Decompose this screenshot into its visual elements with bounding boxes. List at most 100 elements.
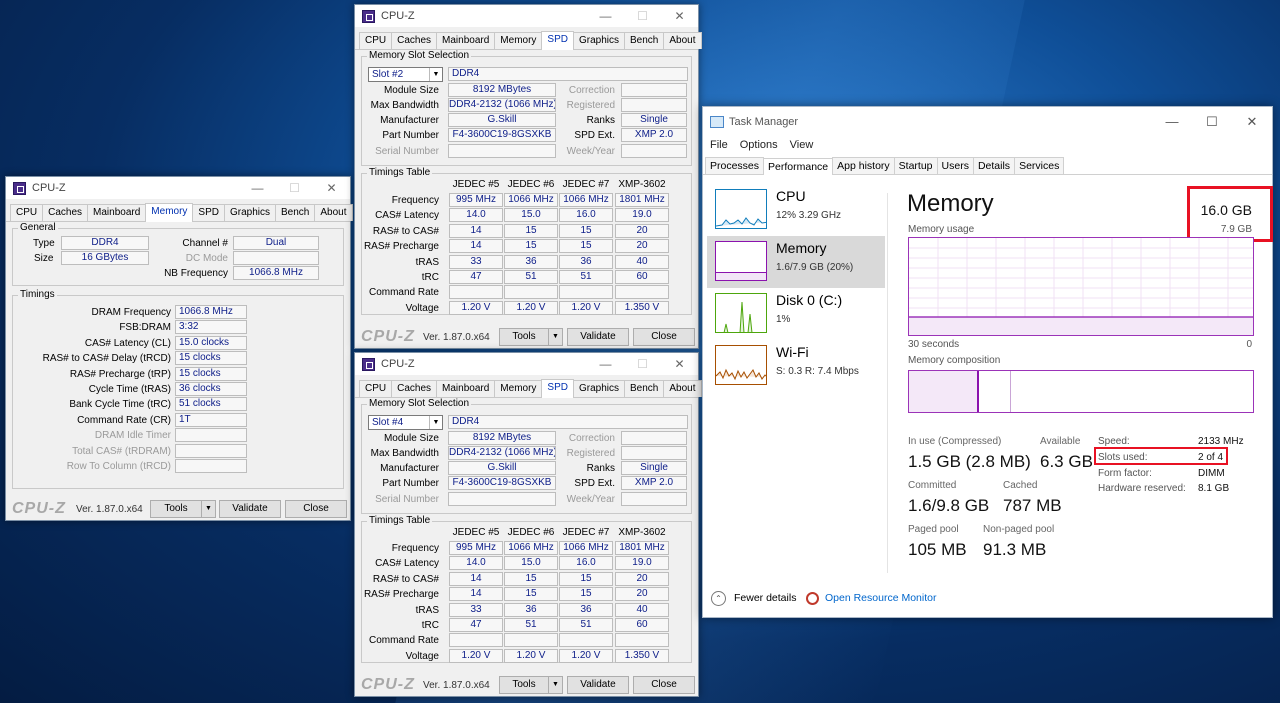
validate-button[interactable]: Validate <box>219 500 281 518</box>
sidebar-item-cpu[interactable]: CPU 12% 3.29 GHz <box>707 184 885 236</box>
tab-performance[interactable]: Performance <box>763 158 834 175</box>
timing-cell: 15 <box>559 223 613 238</box>
close-button[interactable]: ✕ <box>1232 107 1272 137</box>
tab-processes[interactable]: Processes <box>705 157 765 174</box>
disk-sparkline <box>723 301 753 332</box>
close-button[interactable]: ✕ <box>661 353 698 375</box>
tab-startup[interactable]: Startup <box>893 157 938 174</box>
tab-services[interactable]: Services <box>1014 157 1065 174</box>
tab-spd[interactable]: SPD <box>541 379 574 398</box>
tab-caches[interactable]: Caches <box>391 32 438 49</box>
ranks-value: Single <box>621 113 687 127</box>
tab-spd[interactable]: SPD <box>192 204 225 221</box>
tab-caches[interactable]: Caches <box>391 380 438 397</box>
tab-mainboard[interactable]: Mainboard <box>436 380 496 397</box>
title-bar[interactable]: CPU-Z — ☐ ✕ <box>6 177 350 199</box>
close-button[interactable]: ✕ <box>313 177 350 199</box>
timing-cell: 51 <box>504 618 558 632</box>
title-bar[interactable]: CPU-Z — ☐ ✕ <box>355 5 698 27</box>
tab-caches[interactable]: Caches <box>42 204 89 221</box>
tools-dropdown-icon[interactable]: ▼ <box>201 501 215 517</box>
type-value: DDR4 <box>61 236 149 250</box>
timing-label: RAS# to CAS# Delay (tRCD) <box>42 353 171 365</box>
chevron-down-icon[interactable]: ▼ <box>429 68 442 81</box>
week-year-label: Week/Year <box>566 494 615 505</box>
open-resource-monitor-link[interactable]: Open Resource Monitor <box>806 589 936 607</box>
tab-about[interactable]: About <box>663 380 702 397</box>
close-window-button[interactable]: Close <box>633 676 695 694</box>
tab-cpu[interactable]: CPU <box>359 380 393 397</box>
tools-dropdown-icon[interactable]: ▼ <box>548 329 562 345</box>
tools-button[interactable]: Tools ▼ <box>150 500 216 518</box>
cpuz-spd-window-slot4[interactable]: CPU-Z — ☐ ✕ CPU Caches Mainboard Memory SPD Graph… <box>354 352 702 697</box>
close-window-button[interactable]: Close <box>285 500 347 518</box>
tools-dropdown-icon[interactable]: ▼ <box>548 677 562 693</box>
window-title: CPU-Z <box>381 10 415 22</box>
sidebar-item-disk[interactable]: Disk 0 (C:) 1% <box>707 288 885 340</box>
minimize-button[interactable]: — <box>1152 107 1192 137</box>
slot-select[interactable]: Slot #2 ▼ <box>368 67 443 82</box>
maximize-button[interactable]: ☐ <box>1192 107 1232 137</box>
tab-about[interactable]: About <box>314 204 353 221</box>
tab-bench[interactable]: Bench <box>624 32 665 49</box>
timing-cell <box>504 633 558 648</box>
cpuz-memory-window[interactable]: CPU-Z — ☐ ✕ CPU Caches Mainboard Memory … <box>5 176 353 521</box>
tab-users[interactable]: Users <box>936 157 974 174</box>
tab-cpu[interactable]: CPU <box>10 204 44 221</box>
timing-cell <box>615 285 669 300</box>
menu-file[interactable]: File <box>710 139 728 151</box>
menu-options[interactable]: Options <box>740 139 778 151</box>
chevron-down-icon[interactable]: ▼ <box>429 416 442 429</box>
tab-memory[interactable]: Memory <box>145 203 194 222</box>
tab-bench[interactable]: Bench <box>275 204 316 221</box>
timing-value: 3:32 <box>175 320 247 335</box>
tab-graphics[interactable]: Graphics <box>223 204 276 221</box>
task-manager-window[interactable]: Task Manager — ☐ ✕ File Options View Pro… <box>702 106 1273 618</box>
tab-details[interactable]: Details <box>972 157 1016 174</box>
timing-row-label: tRC <box>421 272 439 283</box>
close-button[interactable]: ✕ <box>661 5 698 27</box>
timing-label: DRAM Idle Timer <box>94 430 171 442</box>
tab-cpu[interactable]: CPU <box>359 32 393 49</box>
sidebar-item-memory[interactable]: Memory 1.6/7.9 GB (20%) <box>707 236 885 288</box>
maximize-button[interactable]: ☐ <box>276 177 313 199</box>
maximize-button[interactable]: ☐ <box>624 5 661 27</box>
cpuz-spd-window-slot2[interactable]: CPU-Z — ☐ ✕ CPU Caches Mainboard Memory SPD Graph… <box>354 4 702 349</box>
tab-graphics[interactable]: Graphics <box>572 32 625 49</box>
tools-button[interactable]: Tools ▼ <box>499 328 563 346</box>
close-window-button[interactable]: Close <box>633 328 695 346</box>
memory-slot-selection-group: Memory Slot Selection Slot #4 ▼ DDR4 Module … <box>361 398 692 514</box>
minimize-button[interactable]: — <box>587 353 624 375</box>
title-bar[interactable]: Task Manager — ☐ ✕ <box>703 107 1272 137</box>
tab-about[interactable]: About <box>663 32 702 49</box>
tab-spd[interactable]: SPD <box>541 31 574 50</box>
timing-cell: 20 <box>615 223 669 238</box>
minimize-button[interactable]: — <box>239 177 276 199</box>
maximize-button[interactable]: ☐ <box>624 353 661 375</box>
tab-memory[interactable]: Memory <box>494 380 543 397</box>
validate-button[interactable]: Validate <box>567 676 629 694</box>
in-use-label: In use (Compressed) <box>908 436 1002 447</box>
timing-cell: 33 <box>449 602 503 617</box>
sidebar-item-wifi[interactable]: Wi-Fi S: 0.3 R: 7.4 Mbps <box>707 340 885 392</box>
part-number-label: Part Number <box>382 478 439 489</box>
week-year-value <box>621 144 687 158</box>
title-bar[interactable]: CPU-Z — ☐ ✕ <box>355 353 698 375</box>
module-size-label: Module Size <box>383 85 439 96</box>
tab-app-history[interactable]: App history <box>832 157 895 174</box>
wifi-sparkline <box>716 368 766 381</box>
correction-label: Correction <box>568 433 615 444</box>
tab-mainboard[interactable]: Mainboard <box>87 204 147 221</box>
fewer-details-button[interactable]: ⌃ Fewer details <box>711 589 796 607</box>
tab-memory[interactable]: Memory <box>494 32 543 49</box>
memory-composition-label: Memory composition <box>908 355 1001 366</box>
validate-button[interactable]: Validate <box>567 328 629 346</box>
slot-select[interactable]: Slot #4 ▼ <box>368 415 443 430</box>
tab-graphics[interactable]: Graphics <box>572 380 625 397</box>
tab-bench[interactable]: Bench <box>624 380 665 397</box>
timing-cell: 15 <box>504 239 558 254</box>
menu-view[interactable]: View <box>790 139 814 151</box>
tools-button[interactable]: Tools ▼ <box>499 676 563 694</box>
minimize-button[interactable]: — <box>587 5 624 27</box>
tab-mainboard[interactable]: Mainboard <box>436 32 496 49</box>
